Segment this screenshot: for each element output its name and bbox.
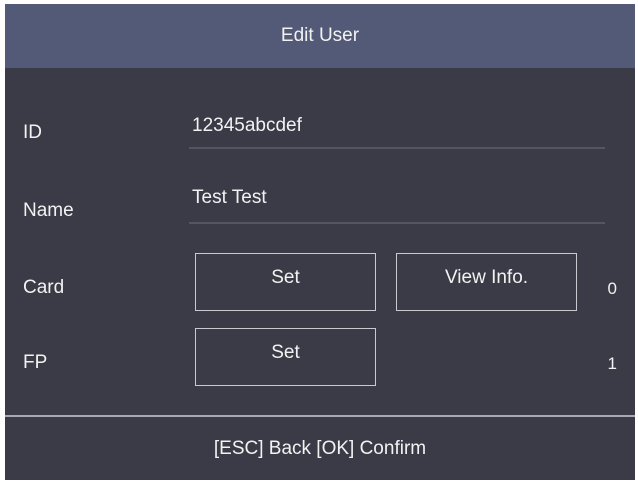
id-field[interactable]: 12345abcdef: [192, 115, 302, 137]
fp-count: 1: [607, 354, 617, 373]
footer-hint: [ESC] Back [OK] Confirm: [213, 437, 427, 459]
card-view-info-button-label: View Info.: [444, 267, 529, 288]
fp-set-button-label: Set: [271, 342, 300, 363]
card-view-info-button[interactable]: View Info.: [396, 253, 577, 311]
card-set-button-label: Set: [271, 267, 300, 288]
fp-set-button[interactable]: Set: [195, 328, 376, 386]
name-field[interactable]: Test Test: [192, 187, 267, 209]
card-set-button[interactable]: Set: [195, 253, 376, 311]
title-bar: Edit User: [5, 4, 635, 68]
name-label: Name: [23, 200, 74, 221]
page-title: Edit User: [280, 25, 360, 46]
name-field-underline: [189, 222, 605, 224]
device-screen: Edit User ID 12345abcdef Name Test Test …: [5, 4, 635, 480]
card-count: 0: [607, 279, 617, 298]
footer-bar: [ESC] Back [OK] Confirm: [5, 417, 635, 480]
card-label: Card: [23, 277, 65, 298]
id-field-underline: [189, 147, 605, 149]
id-label: ID: [23, 122, 42, 143]
fp-label: FP: [23, 352, 48, 373]
